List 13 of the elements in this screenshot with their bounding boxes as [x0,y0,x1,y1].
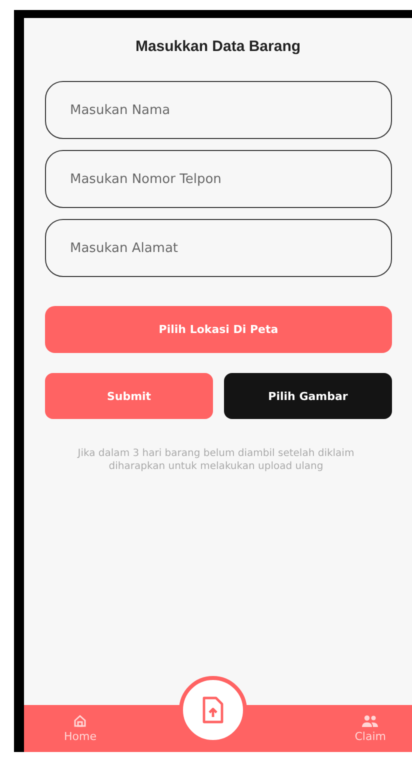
input-field[interactable]: Masukan Nomor Telpon [45,150,392,208]
nav-item[interactable]: Claim [354,714,386,743]
file-upload-icon [201,696,225,724]
submit-button[interactable]: Submit [45,373,213,419]
screen-title: Masukkan Data Barang [134,37,302,55]
people-icon [361,714,380,728]
input-field[interactable]: Masukan Alamat [45,219,392,277]
map-location-button[interactable]: Pilih Lokasi Di Peta [45,306,392,353]
input-field[interactable]: Masukan Nama [45,81,392,139]
pick-image-button[interactable]: Pilih Gambar [224,373,392,419]
info-note: Jika dalam 3 hari barang belum diambil setelah diklaim diharapkan untuk melakukan upload ulang [76,447,356,473]
home-icon [73,714,88,728]
nav-item[interactable]: Home [64,714,96,743]
